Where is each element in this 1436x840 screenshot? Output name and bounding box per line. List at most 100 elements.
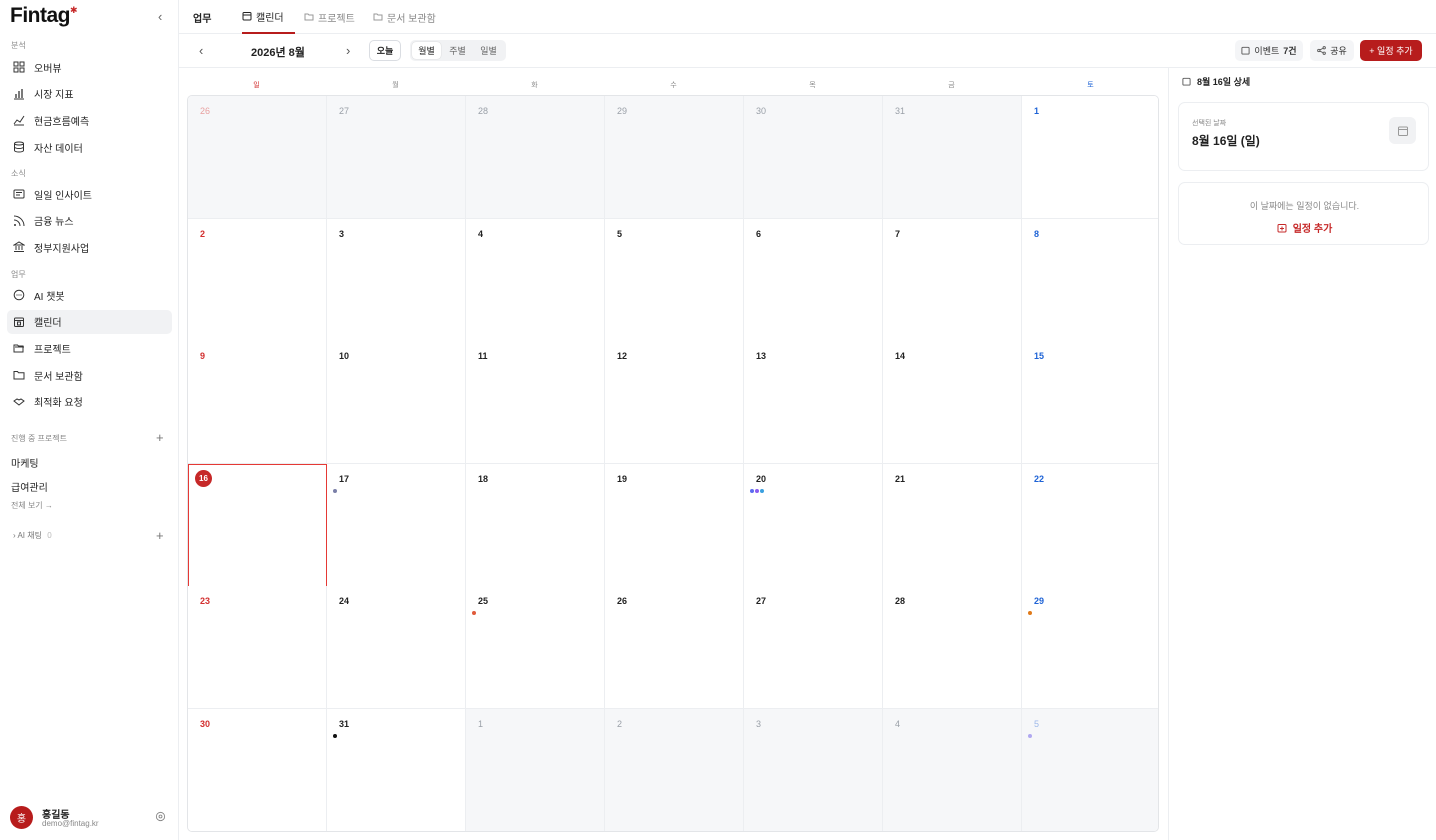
view-all-projects-link[interactable]: 전체 보기 → — [11, 500, 53, 511]
calendar-day-cell[interactable]: 23 — [188, 586, 327, 710]
projects-header: 진행 중 프로젝트 — [11, 434, 67, 443]
event-dots[interactable] — [333, 488, 337, 493]
calendar-day-cell[interactable]: 5 — [1022, 709, 1158, 831]
view-month-button[interactable]: 월별 — [412, 42, 441, 59]
tab-calendar[interactable]: 캘린더 — [242, 0, 295, 34]
sidebar-item-bar-chart[interactable]: 시장 지표 — [7, 82, 172, 106]
calendar-day-cell[interactable]: 2 — [605, 709, 744, 831]
calendar-day-cell[interactable]: 30 — [188, 709, 327, 831]
calendar-day-cell[interactable]: 1 — [466, 709, 605, 831]
collapse-sidebar-button[interactable]: ‹ — [158, 9, 162, 24]
tab-project[interactable]: 프로젝트 — [304, 0, 355, 34]
calendar-plus-icon — [1277, 223, 1287, 233]
calendar-day-cell[interactable]: 9 — [188, 341, 327, 465]
event-dots[interactable] — [472, 611, 476, 616]
user-settings-icon[interactable] — [155, 811, 166, 825]
events-count-button[interactable]: 이벤트 7건 — [1235, 40, 1303, 61]
next-month-button[interactable]: › — [346, 43, 350, 58]
sidebar-item-calendar[interactable]: 캘린더 — [7, 309, 172, 334]
view-day-button[interactable]: 일별 — [474, 42, 503, 59]
calendar-day-cell[interactable]: 1 — [1022, 96, 1158, 219]
calendar-day-cell[interactable]: 31 — [327, 709, 466, 831]
calendar-day-cell[interactable]: 3 — [744, 709, 883, 831]
day-number: 9 — [200, 351, 206, 362]
calendar-day-cell[interactable]: 4 — [883, 709, 1022, 831]
calendar-day-cell[interactable]: 13 — [744, 341, 883, 465]
calendar-day-cell[interactable]: 29 — [605, 96, 744, 219]
calendar-day-cell[interactable]: 27 — [744, 586, 883, 710]
sidebar-item-trend-line[interactable]: 현금흐름예측 — [7, 108, 172, 132]
calendar-icon — [1241, 46, 1250, 55]
calendar-day-cell[interactable]: 19 — [605, 463, 744, 587]
day-number: 22 — [1034, 473, 1045, 484]
calendar-day-cell[interactable]: 7 — [883, 218, 1022, 342]
project-item-payroll[interactable]: 급여관리 — [11, 479, 48, 494]
add-event-link[interactable]: 일정 추가 — [1179, 220, 1430, 235]
database-icon — [12, 140, 26, 154]
sidebar-item-rss[interactable]: 금융 뉴스 — [7, 209, 172, 233]
calendar-day-cell[interactable]: 18 — [466, 463, 605, 587]
month-grid: 26 27 28 29 30 31 1 2 3 4 5 6 7 8 9 10 11 12 13 14 15 16 17 18 1… — [187, 95, 1159, 832]
calendar-day-cell[interactable]: 27 — [327, 96, 466, 219]
add-event-button[interactable]: + 일정 추가 — [1360, 40, 1422, 61]
ai-chat-toggle[interactable]: › AI 채팅 0 — [13, 530, 52, 541]
calendar-day-cell[interactable]: 6 — [744, 218, 883, 342]
calendar-day-cell[interactable]: 22 — [1022, 463, 1158, 587]
sidebar-item-newspaper[interactable]: 일일 인사이트 — [7, 182, 172, 206]
calendar-day-cell[interactable]: 16 — [188, 463, 327, 587]
calendar-day-cell[interactable]: 12 — [605, 341, 744, 465]
event-dots[interactable] — [1028, 734, 1032, 738]
weekday-label: 금 — [948, 82, 955, 89]
calendar-day-cell[interactable]: 5 — [605, 218, 744, 342]
calendar-day-cell[interactable]: 28 — [466, 96, 605, 219]
calendar-day-cell[interactable]: 26 — [188, 96, 327, 219]
calendar-day-cell[interactable]: 20 — [744, 463, 883, 587]
calendar-day-cell[interactable]: 4 — [466, 218, 605, 342]
calendar-day-cell[interactable]: 24 — [327, 586, 466, 710]
weekday-label: 화 — [531, 82, 538, 89]
brand-logo[interactable]: Fintag✱ — [10, 4, 78, 28]
sidebar-item-grid[interactable]: 오버뷰 — [7, 55, 172, 79]
day-number: 25 — [478, 596, 489, 607]
calendar-day-cell[interactable]: 30 — [744, 96, 883, 219]
tab-section-work[interactable]: 업무 — [193, 0, 211, 34]
sidebar-item-database[interactable]: 자산 데이터 — [7, 135, 172, 159]
user-profile[interactable]: 홍 홍길동 demo@fintag.kr — [10, 806, 175, 830]
view-week-button[interactable]: 주별 — [443, 42, 472, 59]
calendar-day-cell[interactable]: 25 — [466, 586, 605, 710]
newspaper-icon — [12, 187, 26, 201]
event-dots[interactable] — [333, 734, 337, 738]
calendar-day-cell[interactable]: 21 — [883, 463, 1022, 587]
calendar-day-cell[interactable]: 8 — [1022, 218, 1158, 342]
sidebar-item-folder[interactable]: 문서 보관함 — [7, 363, 172, 387]
project-item-marketing[interactable]: 마케팅 — [11, 455, 39, 470]
sidebar-item-chat[interactable]: AI 챗봇 — [7, 283, 172, 307]
calendar-day-cell[interactable]: 26 — [605, 586, 744, 710]
calendar-day-cell[interactable]: 15 — [1022, 341, 1158, 465]
calendar-day-cell[interactable]: 3 — [327, 218, 466, 342]
calendar-day-cell[interactable]: 17 — [327, 463, 466, 587]
share-button[interactable]: 공유 — [1310, 40, 1354, 61]
sidebar-item-bank[interactable]: 정부지원사업 — [7, 235, 172, 259]
today-button[interactable]: 오늘 — [369, 40, 401, 61]
calendar-day-cell[interactable]: 31 — [883, 96, 1022, 219]
calendar-day-cell[interactable]: 28 — [883, 586, 1022, 710]
day-number: 28 — [478, 106, 489, 116]
weekday-label: 수 — [670, 82, 677, 89]
sidebar-item-handshake[interactable]: 최적화 요청 — [7, 390, 172, 414]
event-dots[interactable] — [750, 488, 764, 493]
weekday-label: 목 — [809, 82, 816, 89]
event-dots[interactable] — [1028, 611, 1032, 616]
calendar-day-cell[interactable]: 10 — [327, 341, 466, 465]
calendar-day-cell[interactable]: 29 — [1022, 586, 1158, 710]
calendar-day-cell[interactable]: 2 — [188, 218, 327, 342]
add-project-button[interactable]: + — [156, 430, 164, 445]
calendar-day-cell[interactable]: 11 — [466, 341, 605, 465]
app-root: Fintag✱ ‹ 분석 오버뷰 시장 지표 현금흐름예측 자산 데이터 소식 일일 … — [0, 0, 1436, 840]
sidebar-item-folder-open[interactable]: 프로젝트 — [7, 336, 172, 360]
prev-month-button[interactable]: ‹ — [199, 43, 203, 58]
calendar-day-cell[interactable]: 14 — [883, 341, 1022, 465]
add-ai-chat-button[interactable]: + — [156, 528, 164, 543]
tab-documents[interactable]: 문서 보관함 — [373, 0, 436, 34]
weekday-label: 토 — [1087, 82, 1094, 89]
